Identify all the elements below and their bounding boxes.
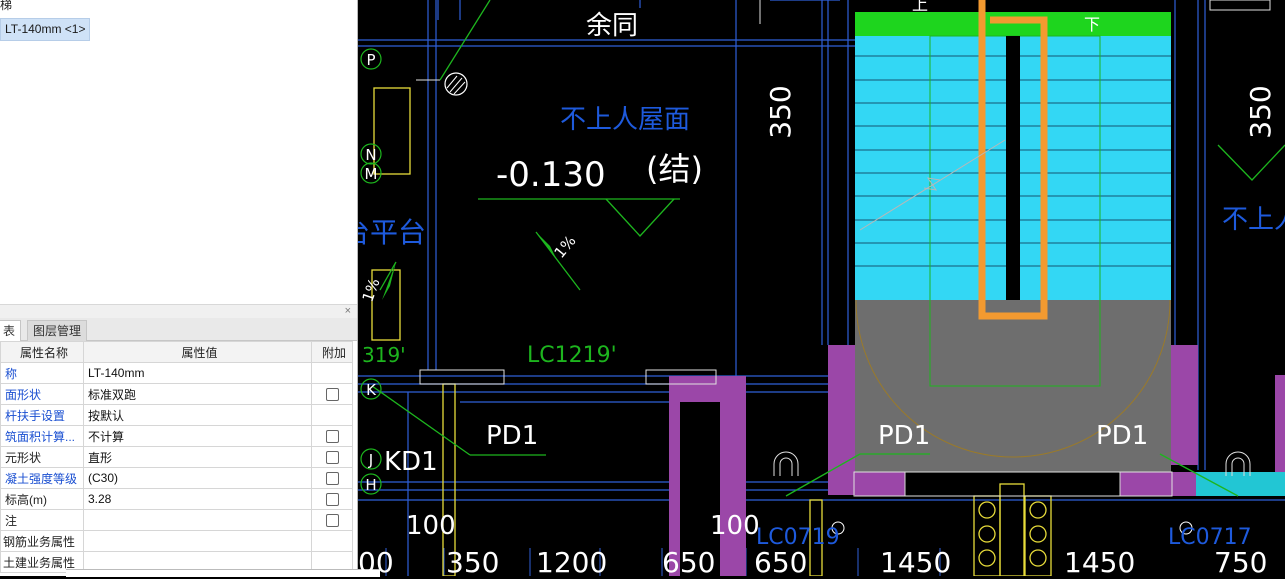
text-pd1: PD1 [1096, 421, 1148, 451]
prop-value [83, 530, 312, 552]
text-window-left: 319' [362, 343, 406, 367]
prop-extra [311, 530, 353, 552]
text-platform: 台平台 [358, 216, 426, 249]
prop-extra [311, 383, 353, 405]
axis-label: N [365, 146, 376, 164]
panel-splitter[interactable]: × [0, 304, 357, 319]
prop-value[interactable]: (C30) [83, 467, 312, 489]
axis-label: P [366, 51, 375, 69]
prop-name: 标高(m) [0, 488, 84, 510]
text-struct: (结) [646, 150, 703, 188]
axis-label: H [365, 476, 376, 494]
extra-checkbox[interactable] [325, 388, 339, 402]
table-row[interactable]: 注 [0, 509, 353, 531]
dim-bottom: 00 [358, 546, 394, 576]
prop-value[interactable]: 标准双跑 [83, 383, 312, 405]
table-row[interactable]: 杆扶手设置 按默认 [0, 404, 353, 426]
extra-checkbox[interactable] [325, 430, 339, 444]
axis-label: K [366, 381, 377, 399]
left-panel: 梯 LT-140mm <1> × 表 图层管理 属性名称 属性值 附加 称 LT… [0, 0, 358, 576]
table-row[interactable]: 凝土强度等级 (C30) [0, 467, 353, 489]
prop-extra [311, 509, 353, 531]
text-window-lc: LC1219' [527, 343, 617, 368]
dim-bottom: 1450 [1064, 546, 1135, 576]
dim-bottom: 750 [1214, 546, 1267, 576]
axis-bubbles: P N M K J H [360, 48, 382, 495]
cyan-beam [1196, 472, 1285, 496]
text-slope-left: 1% [359, 276, 384, 305]
dim-side: 100 [710, 511, 760, 541]
tab-bar: 表 图层管理 [0, 318, 357, 341]
dim-side: 100 [406, 511, 456, 541]
axis-label: J [368, 451, 373, 469]
prop-value[interactable]: 3.28 [83, 488, 312, 510]
tree-top-label[interactable]: 梯 [0, 0, 12, 13]
prop-value[interactable]: 直形 [83, 446, 312, 468]
cad-canvas[interactable]: 上 下 P N M K J H 余同 不上人屋面 不上 -0.130 (结) 1… [342, 0, 1285, 579]
table-row[interactable]: 标高(m) 3.28 [0, 488, 353, 510]
text-remaining: 余同 [586, 11, 638, 41]
extra-checkbox[interactable] [325, 514, 339, 528]
text-kd1: KD1 [384, 447, 438, 477]
dim-bottom: 650 [754, 546, 807, 576]
prop-name: 筑面积计算... [0, 425, 84, 447]
drawing-svg: 上 下 P N M K J H 余同 不上人屋面 不上 -0.130 (结) 1… [342, 0, 1285, 579]
prop-value[interactable] [83, 509, 312, 531]
prop-extra [311, 362, 353, 384]
dim-bottom: 650 [662, 546, 715, 576]
dim-bottom: 1200 [536, 546, 607, 576]
text-roof: 不上人屋面 [560, 105, 690, 135]
dim-bottom: 1450 [880, 546, 951, 576]
dim-bottom: 350 [446, 546, 499, 576]
table-row[interactable]: 元形状 直形 [0, 446, 353, 468]
text-elevation: -0.130 [496, 155, 606, 195]
prop-value[interactable]: 按默认 [83, 404, 312, 426]
table-row[interactable]: 钢筋业务属性 [0, 530, 353, 552]
prop-value[interactable]: 不计算 [83, 425, 312, 447]
header-value: 属性值 [83, 341, 312, 363]
property-table: 属性名称 属性值 附加 称 LT-140mm 面形状 标准双跑 杆扶手设置 按默… [0, 341, 353, 573]
tree-node-selected[interactable]: LT-140mm <1> [0, 18, 91, 41]
component-tree: 梯 LT-140mm <1> [0, 0, 357, 304]
table-header-row: 属性名称 属性值 附加 [0, 341, 353, 363]
prop-extra [311, 467, 353, 489]
prop-name: 杆扶手设置 [0, 404, 84, 426]
stair-well [1006, 36, 1020, 300]
prop-extra [311, 488, 353, 510]
text-roof-right: 不上人屋 [1222, 205, 1285, 235]
prop-name: 称 [0, 362, 84, 384]
table-row[interactable]: 称 LT-140mm [0, 362, 353, 384]
prop-name: 元形状 [0, 446, 84, 468]
prop-group[interactable]: 钢筋业务属性 [0, 530, 84, 552]
tab-property-list[interactable]: 表 [0, 320, 22, 341]
prop-extra [311, 404, 353, 426]
prop-name: 面形状 [0, 383, 84, 405]
prop-name: 注 [0, 509, 84, 531]
stair-down-label: 下 [1084, 15, 1100, 34]
text-dim-350: 350 [764, 85, 797, 138]
table-row[interactable]: 筑面积计算... 不计算 [0, 425, 353, 447]
axis-label: M [365, 165, 378, 183]
header-name: 属性名称 [0, 341, 84, 363]
text-pd1: PD1 [878, 421, 930, 451]
tab-layer-manager[interactable]: 图层管理 [27, 320, 88, 341]
stair-top-bar [855, 12, 1171, 36]
header-extra: 附加 [311, 341, 353, 363]
close-icon[interactable]: × [345, 305, 351, 317]
prop-extra [311, 425, 353, 447]
table-row[interactable]: 面形状 标准双跑 [0, 383, 353, 405]
extra-checkbox[interactable] [325, 472, 339, 486]
prop-value[interactable]: LT-140mm [83, 362, 312, 384]
prop-extra [311, 446, 353, 468]
text-dim-350-right: 350 [1244, 85, 1277, 138]
extra-checkbox[interactable] [325, 451, 339, 465]
stair-up-label: 上 [912, 0, 928, 14]
prop-name: 凝土强度等级 [0, 467, 84, 489]
text-pd1: PD1 [486, 421, 538, 451]
extra-checkbox[interactable] [325, 493, 339, 507]
